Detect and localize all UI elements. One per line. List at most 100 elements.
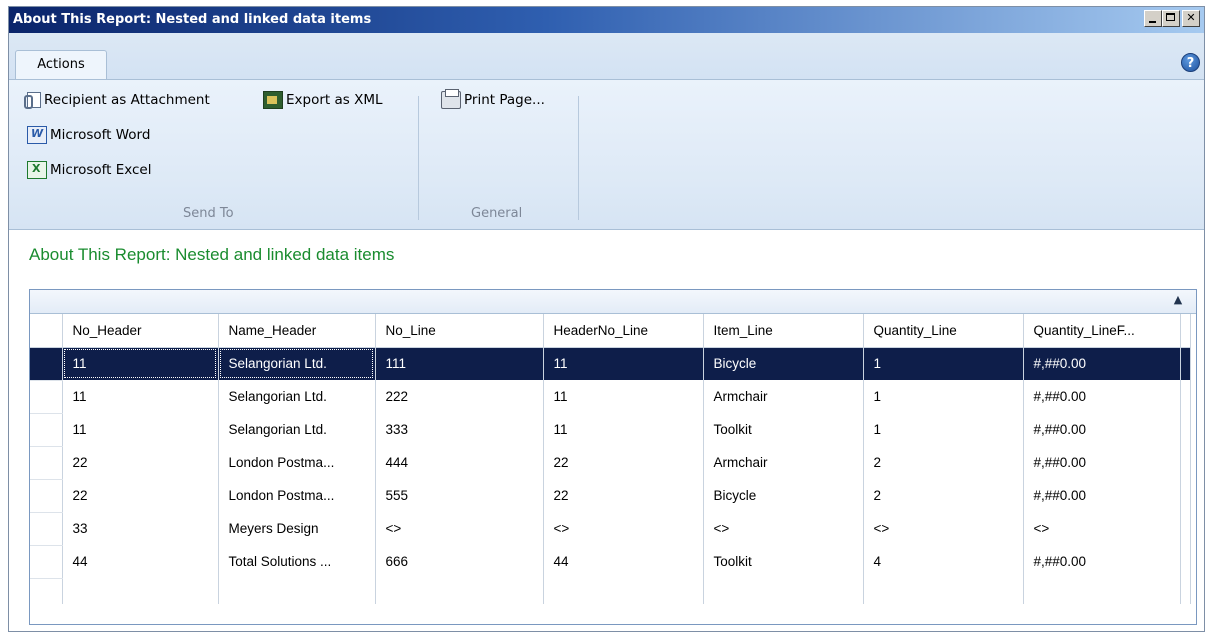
- column-header[interactable]: Name_Header: [218, 314, 376, 348]
- table-cell[interactable]: #,##0.00: [1023, 545, 1181, 578]
- table-cell[interactable]: Total Solutions ...: [218, 545, 376, 578]
- column-header[interactable]: No_Header: [62, 314, 219, 348]
- microsoft-word-button[interactable]: Microsoft Word: [27, 123, 150, 147]
- help-icon[interactable]: ?: [1181, 53, 1200, 72]
- grid-header-bar[interactable]: ▲: [30, 290, 1196, 314]
- row-selector[interactable]: [30, 479, 63, 513]
- table-cell[interactable]: 1: [863, 347, 1024, 380]
- row-filler: [1180, 479, 1191, 512]
- row-filler: [1180, 413, 1191, 446]
- data-table: No_Header Name_Header No_Line HeaderNo_L…: [30, 314, 1191, 604]
- table-cell[interactable]: #,##0.00: [1023, 413, 1181, 446]
- title-bar[interactable]: About This Report: Nested and linked dat…: [9, 7, 1204, 33]
- table-cell[interactable]: #,##0.00: [1023, 479, 1181, 512]
- table-cell[interactable]: 1: [863, 413, 1024, 446]
- table-cell[interactable]: 666: [375, 545, 544, 578]
- row-filler: [1180, 446, 1191, 479]
- row-selector[interactable]: [30, 347, 63, 381]
- minimize-icon: [1149, 21, 1156, 23]
- row-selector[interactable]: [30, 413, 63, 447]
- row-filler: [1180, 380, 1191, 413]
- minimize-button[interactable]: [1144, 10, 1162, 27]
- table-cell[interactable]: Armchair: [703, 380, 864, 413]
- chevron-up-icon[interactable]: ▲: [1172, 294, 1184, 306]
- table-cell[interactable]: <>: [543, 512, 704, 545]
- table-cell[interactable]: Selangorian Ltd.: [218, 347, 376, 380]
- table-cell[interactable]: 22: [62, 446, 219, 479]
- empty-cell: [62, 578, 219, 604]
- table-cell[interactable]: 2: [863, 446, 1024, 479]
- table-cell[interactable]: 11: [543, 413, 704, 446]
- table-cell[interactable]: 22: [62, 479, 219, 512]
- column-header[interactable]: No_Line: [375, 314, 544, 348]
- table-cell[interactable]: 33: [62, 512, 219, 545]
- table-cell[interactable]: 11: [543, 347, 704, 380]
- table-cell[interactable]: #,##0.00: [1023, 446, 1181, 479]
- table-cell[interactable]: Bicycle: [703, 479, 864, 512]
- column-header[interactable]: Item_Line: [703, 314, 864, 348]
- table-cell[interactable]: London Postma...: [218, 479, 376, 512]
- table-cell[interactable]: Meyers Design: [218, 512, 376, 545]
- table-cell[interactable]: 444: [375, 446, 544, 479]
- table-cell[interactable]: Selangorian Ltd.: [218, 413, 376, 446]
- table-cell[interactable]: 44: [543, 545, 704, 578]
- table-cell[interactable]: 4: [863, 545, 1024, 578]
- row-selector[interactable]: [30, 380, 63, 414]
- recipient-as-attachment-label: Recipient as Attachment: [44, 92, 210, 108]
- table-row[interactable]: 22 London Postma... 444 22 Armchair 2 #,…: [30, 446, 1191, 480]
- table-cell[interactable]: #,##0.00: [1023, 380, 1181, 413]
- table-cell[interactable]: <>: [1023, 512, 1181, 545]
- table-cell[interactable]: <>: [375, 512, 544, 545]
- table-cell[interactable]: <>: [863, 512, 1024, 545]
- table-cell[interactable]: 22: [543, 479, 704, 512]
- table-cell[interactable]: 2: [863, 479, 1024, 512]
- table-cell[interactable]: Toolkit: [703, 413, 864, 446]
- row-selector[interactable]: [30, 446, 63, 480]
- print-page-button[interactable]: Print Page...: [441, 88, 545, 112]
- table-cell[interactable]: 111: [375, 347, 544, 380]
- microsoft-excel-button[interactable]: Microsoft Excel: [27, 158, 152, 182]
- table-row[interactable]: 11 Selangorian Ltd. 222 11 Armchair 1 #,…: [30, 380, 1191, 414]
- row-filler: [1180, 545, 1191, 578]
- table-cell[interactable]: 222: [375, 380, 544, 413]
- table-cell[interactable]: 11: [543, 380, 704, 413]
- table-row[interactable]: 33 Meyers Design <> <> <> <> <>: [30, 512, 1191, 546]
- column-header[interactable]: HeaderNo_Line: [543, 314, 704, 348]
- column-header[interactable]: Quantity_LineF...: [1023, 314, 1181, 348]
- recipient-as-attachment-button[interactable]: Recipient as Attachment: [24, 88, 210, 112]
- close-button[interactable]: ✕: [1182, 10, 1200, 27]
- table-cell[interactable]: Toolkit: [703, 545, 864, 578]
- table-cell[interactable]: 1: [863, 380, 1024, 413]
- row-selector[interactable]: [30, 545, 63, 579]
- table-row[interactable]: 11 Selangorian Ltd. 111 11 Bicycle 1 #,#…: [30, 347, 1191, 381]
- export-as-xml-label: Export as XML: [286, 92, 383, 108]
- table-cell[interactable]: 333: [375, 413, 544, 446]
- row-filler: [1180, 347, 1191, 380]
- table-cell[interactable]: Selangorian Ltd.: [218, 380, 376, 413]
- ribbon-tabstrip: Actions ?: [9, 33, 1204, 80]
- column-header[interactable]: Quantity_Line: [863, 314, 1024, 348]
- table-cell[interactable]: 44: [62, 545, 219, 578]
- table-cell[interactable]: 11: [62, 380, 219, 413]
- table-cell[interactable]: 555: [375, 479, 544, 512]
- table-cell[interactable]: Armchair: [703, 446, 864, 479]
- table-row[interactable]: 22 London Postma... 555 22 Bicycle 2 #,#…: [30, 479, 1191, 513]
- table-row[interactable]: 44 Total Solutions ... 666 44 Toolkit 4 …: [30, 545, 1191, 579]
- table-cell[interactable]: <>: [703, 512, 864, 545]
- table-cell[interactable]: #,##0.00: [1023, 347, 1181, 380]
- maximize-button[interactable]: [1162, 10, 1180, 27]
- table-cell[interactable]: London Postma...: [218, 446, 376, 479]
- table-cell[interactable]: 22: [543, 446, 704, 479]
- send-to-group-label: Send To: [183, 206, 234, 221]
- empty-cell: [863, 578, 1024, 604]
- row-selector[interactable]: [30, 512, 63, 546]
- data-grid: ▲ No_Header Name_Header No_Line HeaderNo…: [29, 289, 1197, 625]
- table-row[interactable]: 11 Selangorian Ltd. 333 11 Toolkit 1 #,#…: [30, 413, 1191, 447]
- table-cell[interactable]: 11: [62, 347, 219, 380]
- tab-actions[interactable]: Actions: [15, 50, 107, 80]
- table-cell[interactable]: 11: [62, 413, 219, 446]
- table-cell[interactable]: Bicycle: [703, 347, 864, 380]
- maximize-icon: [1166, 13, 1175, 21]
- export-as-xml-button[interactable]: Export as XML: [263, 88, 383, 112]
- table-header-row: No_Header Name_Header No_Line HeaderNo_L…: [30, 314, 1191, 348]
